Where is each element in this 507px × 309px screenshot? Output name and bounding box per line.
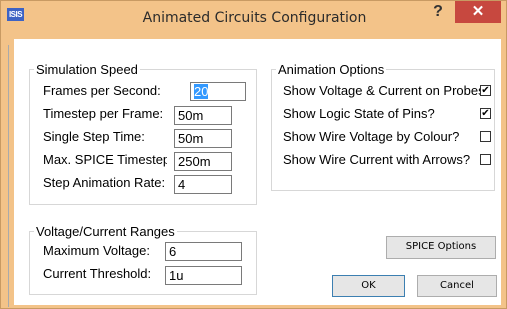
close-button[interactable]: ✕ [455, 1, 501, 23]
ranges-title: Voltage/Current Ranges [34, 224, 177, 239]
maximum-voltage-input[interactable]: 6 [165, 242, 242, 261]
max-spice-timestep-input[interactable]: 250m [174, 152, 232, 171]
frames-per-second-input[interactable]: 20 [190, 82, 246, 101]
show-wire-current-label[interactable]: Show Wire Current with Arrows? [283, 152, 480, 167]
step-animation-rate-input[interactable]: 4 [174, 175, 232, 194]
current-threshold-input[interactable]: 1u [165, 266, 242, 285]
max-spice-timestep-label: Max. SPICE Timestep: [43, 152, 167, 167]
current-threshold-label: Current Threshold: [43, 266, 152, 281]
simulation-speed-title: Simulation Speed [34, 62, 140, 77]
ok-button[interactable]: OK [332, 275, 405, 297]
single-step-time-input[interactable]: 50m [174, 129, 232, 148]
help-button[interactable]: ? [425, 2, 451, 22]
title-bar[interactable]: ISIS Animated Circuits Configuration ? ✕ [1, 1, 507, 33]
show-logic-state-label[interactable]: Show Logic State of Pins? [283, 106, 473, 121]
timestep-per-frame-input[interactable]: 50m [174, 106, 232, 125]
show-wire-voltage-label[interactable]: Show Wire Voltage by Colour? [283, 129, 480, 144]
animation-options-title: Animation Options [276, 62, 387, 77]
simulation-speed-group: Simulation Speed Frames per Second: 20 T… [29, 62, 257, 205]
dialog-window: ISIS Animated Circuits Configuration ? ✕… [0, 0, 507, 309]
maximum-voltage-label: Maximum Voltage: [43, 243, 150, 258]
single-step-time-label: Single Step Time: [43, 129, 145, 144]
show-wire-voltage-checkbox[interactable] [480, 131, 491, 142]
frames-per-second-label: Frames per Second: [43, 83, 161, 98]
cancel-button[interactable]: Cancel [417, 275, 497, 297]
show-wire-current-checkbox[interactable] [480, 154, 491, 165]
left-border-line [8, 45, 9, 307]
frames-per-second-value: 20 [194, 84, 209, 99]
spice-options-button[interactable]: SPICE Options [386, 236, 496, 259]
dialog-client-area: Simulation Speed Frames per Second: 20 T… [14, 39, 501, 305]
timestep-per-frame-label: Timestep per Frame: [43, 106, 164, 121]
show-logic-state-checkbox[interactable]: ✔ [480, 108, 491, 119]
step-animation-rate-label: Step Animation Rate: [43, 175, 166, 190]
show-voltage-current-label[interactable]: Show Voltage & Current on Probes? [283, 83, 480, 98]
voltage-current-ranges-group: Voltage/Current Ranges Maximum Voltage: … [29, 224, 257, 295]
animation-options-group: Animation Options Show Voltage & Current… [271, 62, 495, 191]
show-voltage-current-checkbox[interactable]: ✔ [480, 85, 491, 96]
